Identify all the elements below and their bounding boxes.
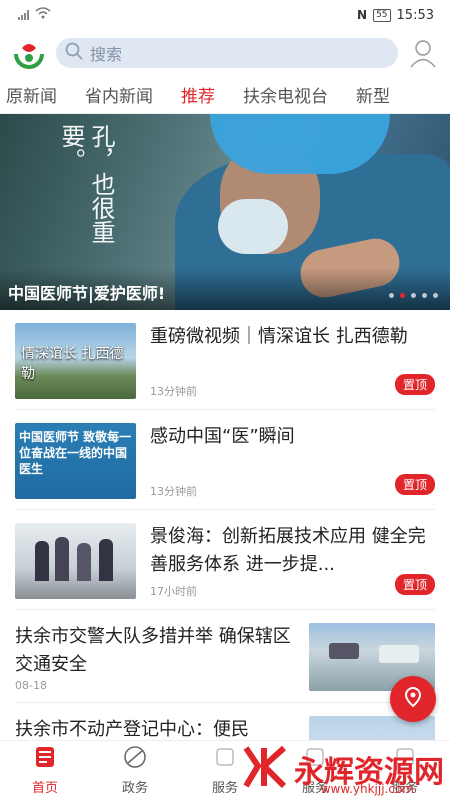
pinned-badge: 置顶 xyxy=(394,374,435,395)
wifi-icon xyxy=(35,7,51,23)
nav-home-label: 首页 xyxy=(31,781,58,796)
search-icon xyxy=(64,41,84,65)
tab-province-news[interactable]: 省内新闻 xyxy=(71,82,167,107)
service-icon xyxy=(213,745,237,773)
app-logo[interactable] xyxy=(12,36,46,70)
news-time: 17小时前 xyxy=(150,585,197,598)
tab-recommend[interactable]: 推荐 xyxy=(167,82,229,107)
news-item[interactable]: 景俊海：创新拓展技术应用 健全完善服务体系 进一步提... 17小时前 置顶 xyxy=(15,510,435,610)
nfc-icon: N xyxy=(357,8,368,22)
news-item[interactable]: 扶余市交警大队多措并举 确保辖区交通安全 08-18 xyxy=(15,610,435,703)
news-thumbnail xyxy=(15,523,136,599)
location-pin-icon xyxy=(402,686,424,712)
government-icon xyxy=(123,745,147,773)
tab-local-news[interactable]: 原新闻 xyxy=(0,82,71,107)
news-item[interactable]: 中国医师节 致敬每一位奋战在一线的中国医生 感动中国“医”瞬间 13分钟前 置顶 xyxy=(15,410,435,510)
news-item[interactable]: 情深谊长 扎西德勒 重磅微视频｜情深谊长 扎西德勒 13分钟前 置顶 xyxy=(15,310,435,410)
clock: 15:53 xyxy=(396,7,434,23)
user-icon[interactable] xyxy=(408,38,438,68)
tab-fuyu-tv[interactable]: 扶余电视台 xyxy=(229,82,342,107)
banner-overlay-text: 孔，也很重要。 xyxy=(57,124,115,244)
app-header: 搜索 xyxy=(0,30,450,76)
banner-carousel[interactable]: 孔，也很重要。 中国医师节|爱护医师! xyxy=(0,114,450,310)
carousel-dot[interactable] xyxy=(389,293,394,298)
battery-icon: 55 xyxy=(373,8,391,22)
watermark-url: www.yhkjjj.com xyxy=(320,782,414,796)
news-thumbnail: 情深谊长 扎西德勒 xyxy=(15,323,136,399)
banner-figure-mask xyxy=(218,199,288,254)
category-tabs: 原新闻 省内新闻 推荐 扶余电视台 新型 xyxy=(0,76,450,114)
thumb-text: 情深谊长 扎西德勒 xyxy=(21,346,124,382)
news-list: 情深谊长 扎西德勒 重磅微视频｜情深谊长 扎西德勒 13分钟前 置顶 中国医师节… xyxy=(0,310,450,794)
news-time: 13分钟前 xyxy=(150,385,197,398)
watermark: 永辉资源网 www.yhkjjj.com xyxy=(240,744,444,796)
news-title: 重磅微视频｜情深谊长 扎西德勒 xyxy=(150,326,408,347)
carousel-dot-active[interactable] xyxy=(400,293,405,298)
nav-government[interactable]: 政务 xyxy=(90,741,180,800)
status-bar: N 55 15:53 xyxy=(0,0,450,30)
signal-icon xyxy=(18,10,29,20)
pinned-badge: 置顶 xyxy=(394,474,435,495)
nav-government-label: 政务 xyxy=(121,781,148,796)
tab-new-type[interactable]: 新型 xyxy=(342,82,404,107)
nav-home[interactable]: 首页 xyxy=(0,741,90,800)
news-title: 景俊海：创新拓展技术应用 健全完善服务体系 进一步提... xyxy=(150,526,426,575)
home-news-icon xyxy=(33,745,57,773)
banner-caption: 中国医师节|爱护医师! xyxy=(0,268,450,310)
carousel-dots xyxy=(389,293,438,298)
pinned-badge: 置顶 xyxy=(394,574,435,595)
news-title: 扶余市交警大队多措并举 确保辖区交通安全 xyxy=(15,626,291,675)
news-title: 感动中国“医”瞬间 xyxy=(150,426,295,447)
carousel-dot[interactable] xyxy=(411,293,416,298)
bottom-nav: 首页 政务 服务 服务 服务 永辉资源网 www.yhkjjj.com xyxy=(0,740,450,800)
news-thumbnail: 中国医师节 致敬每一位奋战在一线的中国医生 xyxy=(15,423,136,499)
carousel-dot[interactable] xyxy=(422,293,427,298)
location-button[interactable] xyxy=(390,676,436,722)
search-placeholder: 搜索 xyxy=(90,45,123,64)
news-time: 08-18 xyxy=(15,679,47,692)
nav-service-label: 服务 xyxy=(211,781,238,796)
thumb-text: 中国医师节 致敬每一位奋战在一线的中国医生 xyxy=(19,430,132,476)
watermark-logo-icon xyxy=(240,744,290,794)
news-time: 13分钟前 xyxy=(150,485,197,498)
search-bar[interactable]: 搜索 xyxy=(56,38,398,68)
carousel-dot[interactable] xyxy=(433,293,438,298)
